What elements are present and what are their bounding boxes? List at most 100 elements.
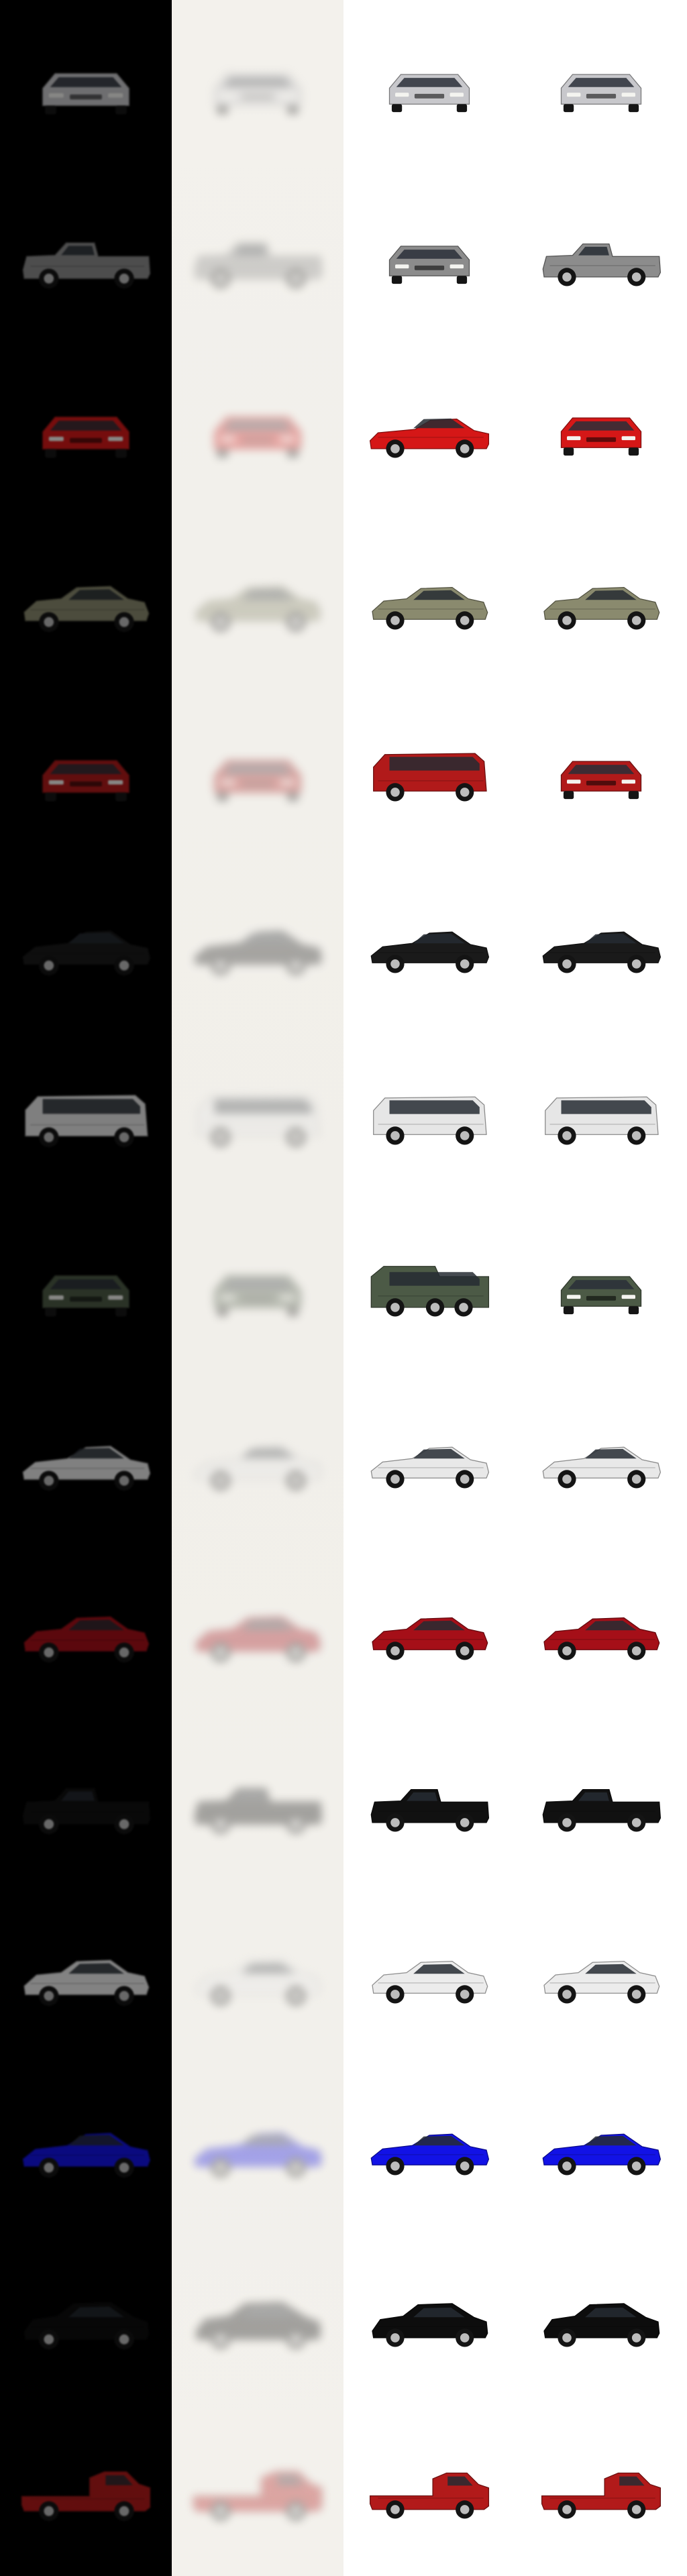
vehicle-image-blurred-render-red-sedan	[172, 1546, 344, 1717]
vehicle-render	[213, 416, 302, 458]
vehicle-image-dark-render-olive-police-car	[0, 515, 172, 687]
vehicle-render	[42, 72, 130, 115]
vehicle-image-dark-render-green-armored-truck	[0, 1202, 172, 1374]
vehicle-image-reference-view-a-red-flatbed-truck	[344, 2404, 515, 2576]
vehicle-render	[372, 586, 488, 630]
vehicle-image-blurred-render-black-pickup	[172, 1717, 344, 1889]
vehicle-image-reference-view-a-green-armored-truck	[344, 1202, 515, 1374]
vehicle-image-dark-render-white-police-cruiser	[0, 1889, 172, 2061]
vehicle-image-dark-render-black-muscle-car	[0, 859, 172, 1030]
vehicle-image-reference-view-b-silver-offroad-pickup	[515, 172, 687, 343]
vehicle-render	[22, 2133, 151, 2178]
vehicle-render	[560, 1276, 642, 1315]
vehicle-render	[388, 246, 470, 284]
vehicle-render	[194, 930, 323, 975]
vehicle-render	[372, 1617, 488, 1660]
vehicle-render	[541, 2472, 662, 2519]
vehicle-image-reference-view-a-black-hatchback	[344, 2233, 515, 2404]
vehicle-render	[42, 416, 130, 458]
vehicle-image-reference-view-b-blue-sports-coupe	[515, 2061, 687, 2233]
vehicle-render	[373, 753, 487, 802]
vehicle-render	[370, 1788, 490, 1832]
vehicle-image-reference-view-b-green-armored-truck	[515, 1202, 687, 1374]
vehicle-image-blurred-render-silver-offroad-pickup	[172, 172, 344, 343]
vehicle-render	[545, 1096, 659, 1145]
vehicle-render	[542, 243, 662, 286]
vehicle-render	[542, 1788, 662, 1832]
vehicle-image-reference-view-b-red-race-car	[515, 343, 687, 515]
vehicle-render	[213, 72, 302, 115]
vehicle-render	[370, 1446, 490, 1489]
vehicle-render	[560, 417, 642, 456]
vehicle-render	[370, 2133, 490, 2176]
vehicle-image-blurred-render-red-minivan	[172, 687, 344, 859]
vehicle-image-dark-render-silver-offroad-pickup	[0, 172, 172, 343]
vehicle-render	[213, 1275, 302, 1317]
vehicle-render	[372, 2303, 488, 2347]
vehicle-image-blurred-render-green-armored-truck	[172, 1202, 344, 1374]
vehicle-image-dark-render-silver-sedan-front	[0, 0, 172, 172]
vehicle-render	[195, 2302, 321, 2349]
vehicle-image-blurred-render-red-race-car	[172, 343, 344, 515]
vehicle-render	[370, 931, 490, 973]
vehicle-image-reference-view-b-white-police-cruiser	[515, 1889, 687, 2061]
vehicle-render	[195, 586, 321, 632]
vehicle-render	[369, 2472, 490, 2519]
vehicle-image-reference-view-a-olive-police-car	[344, 515, 515, 687]
vehicle-image-reference-view-b-silver-sedan-front	[515, 0, 687, 172]
vehicle-image-reference-view-a-white-cargo-van	[344, 1030, 515, 1202]
vehicle-render	[369, 418, 490, 458]
vehicle-render	[42, 759, 130, 802]
vehicle-image-blurred-render-white-sports-coupe	[172, 1374, 344, 1546]
vehicle-render	[372, 1960, 488, 2004]
vehicle-render	[543, 586, 660, 630]
vehicle-render	[22, 1788, 151, 1834]
vehicle-image-reference-view-a-silver-offroad-pickup	[344, 172, 515, 343]
vehicle-image-reference-view-a-silver-sedan-front	[344, 0, 515, 172]
vehicle-image-reference-view-a-red-sedan	[344, 1546, 515, 1717]
vehicle-render	[194, 1446, 323, 1491]
vehicle-render	[194, 2133, 323, 2178]
vehicle-image-reference-view-a-white-police-cruiser	[344, 1889, 515, 2061]
vehicle-image-blurred-render-red-flatbed-truck	[172, 2404, 344, 2576]
vehicle-render	[543, 1960, 660, 2004]
vehicle-render	[193, 2471, 323, 2521]
vehicle-render	[23, 1960, 150, 2006]
vehicle-render	[23, 2302, 150, 2349]
vehicle-image-blurred-render-black-hatchback	[172, 2233, 344, 2404]
vehicle-image-blurred-render-blue-sports-coupe	[172, 2061, 344, 2233]
vehicle-render	[542, 2133, 662, 2176]
vehicle-render	[42, 1275, 130, 1317]
vehicle-image-blurred-render-white-police-cruiser	[172, 1889, 344, 2061]
render-comparison-grid	[0, 0, 687, 2576]
vehicle-image-reference-view-b-black-pickup	[515, 1717, 687, 1889]
vehicle-render	[23, 586, 150, 632]
vehicle-image-blurred-render-black-muscle-car	[172, 859, 344, 1030]
vehicle-image-dark-render-red-flatbed-truck	[0, 2404, 172, 2576]
vehicle-render	[21, 2471, 151, 2521]
vehicle-image-reference-view-a-black-muscle-car	[344, 859, 515, 1030]
vehicle-image-reference-view-b-white-sports-coupe	[515, 1374, 687, 1546]
vehicle-image-reference-view-a-black-pickup	[344, 1717, 515, 1889]
vehicle-render	[23, 1616, 150, 1662]
vehicle-render	[197, 1095, 320, 1147]
vehicle-render	[543, 1617, 660, 1660]
vehicle-image-dark-render-blue-sports-coupe	[0, 2061, 172, 2233]
vehicle-image-dark-render-white-cargo-van	[0, 1030, 172, 1202]
vehicle-image-reference-view-a-red-minivan	[344, 687, 515, 859]
vehicle-image-blurred-render-silver-sedan-front	[172, 0, 344, 172]
vehicle-render	[194, 1788, 323, 1834]
vehicle-render	[22, 1446, 151, 1491]
vehicle-image-reference-view-b-red-minivan	[515, 687, 687, 859]
vehicle-image-dark-render-red-race-car	[0, 343, 172, 515]
vehicle-image-reference-view-b-red-sedan	[515, 1546, 687, 1717]
vehicle-image-reference-view-b-white-cargo-van	[515, 1030, 687, 1202]
vehicle-render	[370, 1266, 490, 1317]
vehicle-render	[195, 1960, 321, 2006]
vehicle-image-dark-render-red-minivan	[0, 687, 172, 859]
vehicle-image-blurred-render-white-cargo-van	[172, 1030, 344, 1202]
vehicle-render	[195, 1616, 321, 1662]
vehicle-image-reference-view-a-white-sports-coupe	[344, 1374, 515, 1546]
vehicle-image-dark-render-black-hatchback	[0, 2233, 172, 2404]
vehicle-render	[542, 931, 662, 973]
